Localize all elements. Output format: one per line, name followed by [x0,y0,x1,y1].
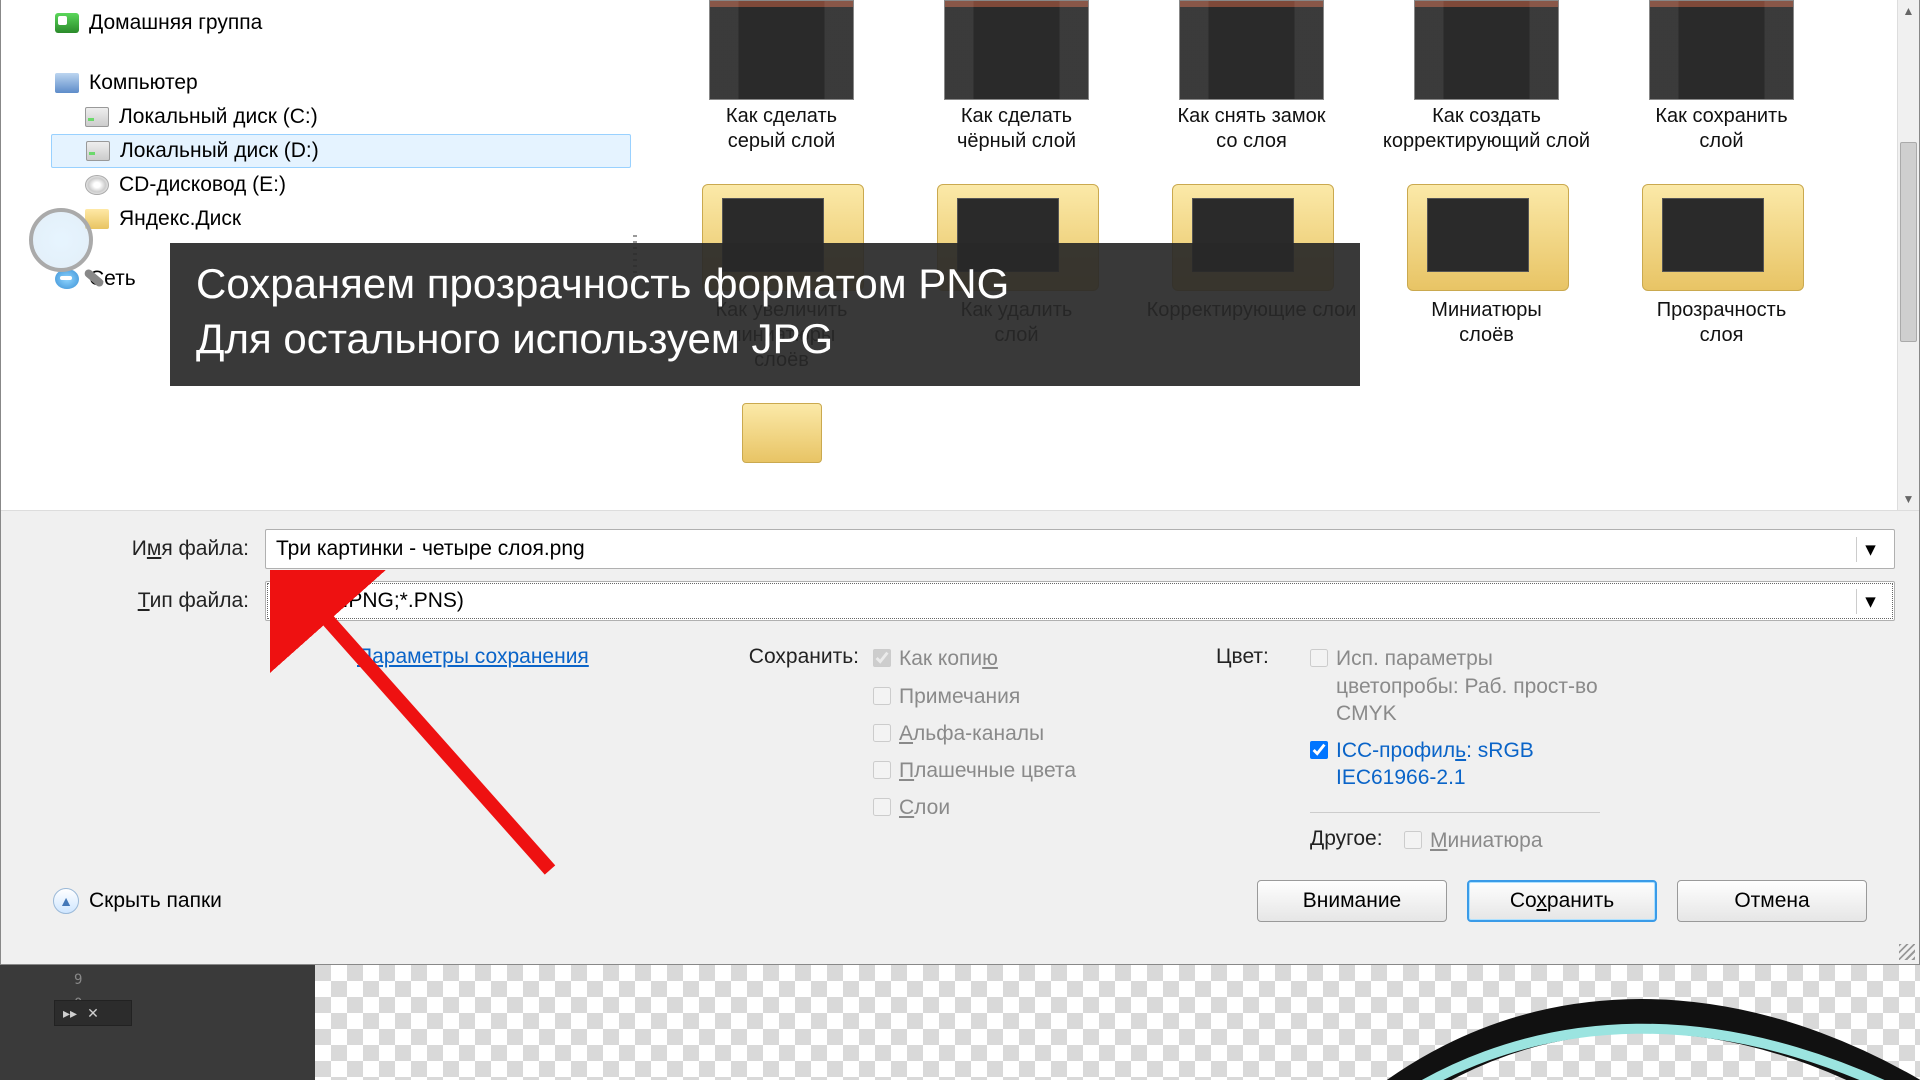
filename-input[interactable]: Три картинки - четыре слоя.png ▾ [265,529,1895,569]
nav-computer[interactable]: Компьютер [51,66,631,100]
filetype-value: PNG (*.PNG;*.PNS) [276,589,1856,613]
warning-button[interactable]: Внимание [1257,880,1447,922]
file-caption: Как сделатьчёрный слой [957,104,1076,154]
file-caption: Как сохранитьслой [1655,104,1787,154]
chevron-up-icon: ▲ [53,888,79,914]
scroll-down-icon[interactable]: ▼ [1898,488,1919,510]
close-icon: ✕ [87,1005,99,1022]
resize-grip-icon[interactable] [1899,944,1915,960]
proof-checkbox: Исп. параметры цветопробы: Раб. прост-во… [1310,645,1616,727]
artwork-curve [1300,965,1920,1080]
as-copy-checkbox: Как копию [873,645,1076,672]
background-strip: 9 0 ▸▸ ✕ [0,965,1920,1080]
network-icon [55,269,79,289]
folder-item[interactable]: Миниатюрыслоёв [1374,174,1599,373]
drive-icon [86,141,110,161]
play-icon: ▸▸ [63,1005,77,1022]
notes-checkbox: Примечания [873,683,1076,710]
file-caption: Как сделатьсерый слой [726,104,837,154]
file-item[interactable]: Как сделатьсерый слой [669,0,894,154]
filename-dropdown[interactable]: ▾ [1856,537,1884,562]
nav-drive-d[interactable]: Локальный диск (D:) [51,134,631,168]
alpha-checkbox: Альфа-каналы [873,720,1076,747]
save-params-link[interactable]: Параметры сохранения [357,645,589,854]
gutter-line: 9 [0,965,315,989]
file-item[interactable]: Как сделатьчёрный слой [904,0,1129,154]
thumbnail-checkbox: Миниатюра [1404,827,1543,854]
folder-icon [1642,174,1802,294]
nav-label: Локальный диск (D:) [120,139,319,163]
computer-icon [55,73,79,93]
gutter-line: 0 [0,989,315,1013]
nav-drive-c[interactable]: Локальный диск (C:) [51,100,631,134]
filetype-dropdown[interactable]: ▾ [1856,589,1884,614]
separator [1310,812,1600,813]
icc-checkbox[interactable]: ICC-профиль: sRGB IEC61966-2.1 [1310,737,1616,792]
nav-label: CD-дисковод (E:) [119,173,286,197]
other-section-label: Другое: [1310,827,1390,854]
save-section-label: Сохранить: [749,645,859,854]
scroll-handle[interactable] [1900,142,1917,342]
file-item[interactable]: Как сохранитьслой [1609,0,1834,154]
scroll-track[interactable] [1898,22,1919,488]
filename-value: Три картинки - четыре слоя.png [276,537,1856,561]
save-button[interactable]: Сохранить [1467,880,1657,922]
scrollbar[interactable]: ▲ ▼ [1897,0,1919,510]
file-caption: Миниатюрыслоёв [1431,298,1541,348]
annotation-overlay: Сохраняем прозрачность форматом PNG Для … [170,243,1360,386]
spot-checkbox: Плашечные цвета [873,757,1076,784]
thumbnail-icon [1649,0,1794,100]
filename-label: Имя файла: [25,537,265,561]
panel-tab[interactable]: ▸▸ ✕ [54,1000,132,1026]
file-caption: Как создатькорректирующий слой [1383,104,1590,154]
nav-label: Локальный диск (C:) [119,105,318,129]
folder-icon [742,403,822,463]
drive-icon [85,107,109,127]
bottom-panel: Имя файла: Три картинки - четыре слоя.pn… [1,510,1919,964]
overlay-line2: Для остального используем JPG [196,312,1334,367]
file-item[interactable]: Как создатькорректирующий слой [1374,0,1599,154]
file-caption: Как снять замоксо слоя [1177,104,1325,154]
thumbnail-icon [709,0,854,100]
cd-icon [85,175,109,195]
folder-item[interactable]: Прозрачностьслоя [1609,174,1834,373]
file-item[interactable]: Как снять замоксо слоя [1139,0,1364,154]
save-dialog: Домашняя группа Компьютер Локальный диск… [0,0,1920,965]
thumbnail-icon [1414,0,1559,100]
hide-folders-label: Скрыть папки [89,889,222,913]
homegroup-icon [55,13,79,33]
magnifier-cursor-icon [29,208,93,272]
file-caption: Прозрачностьслоя [1657,298,1787,348]
nav-yadisk[interactable]: Яндекс.Диск [51,202,631,236]
folder-item[interactable] [669,393,894,463]
nav-label: Домашняя группа [89,11,262,35]
thumbnail-icon [944,0,1089,100]
scroll-up-icon[interactable]: ▲ [1898,0,1919,22]
folder-icon [1407,174,1567,294]
overlay-line1: Сохраняем прозрачность форматом PNG [196,257,1334,312]
nav-homegroup[interactable]: Домашняя группа [51,6,631,40]
layers-checkbox: Слои [873,794,1076,821]
hide-folders-toggle[interactable]: ▲ Скрыть папки [53,888,222,914]
filetype-select[interactable]: PNG (*.PNG;*.PNS) ▾ [265,581,1895,621]
color-section-label: Цвет: [1216,645,1296,854]
nav-cd[interactable]: CD-дисковод (E:) [51,168,631,202]
nav-label: Компьютер [89,71,198,95]
nav-label: Яндекс.Диск [119,207,241,231]
cancel-button[interactable]: Отмена [1677,880,1867,922]
editor-gutter: 9 0 [0,965,315,1080]
thumbnail-icon [1179,0,1324,100]
filetype-label: Тип файла: [25,589,265,613]
